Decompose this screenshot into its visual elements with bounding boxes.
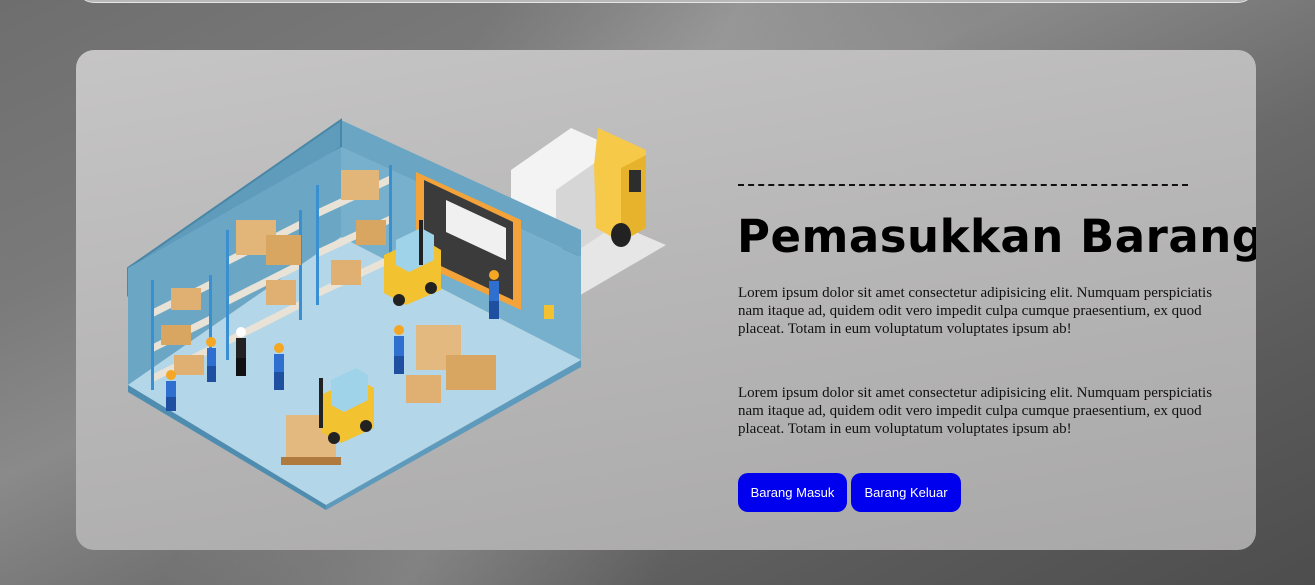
outgoing-goods-button[interactable]: Barang Keluar xyxy=(851,473,961,512)
incoming-goods-button[interactable]: Barang Masuk xyxy=(738,473,847,512)
hero-card: Pemasukkan Barang Lorem ipsum dolor sit … xyxy=(76,50,1256,550)
panel-icon xyxy=(544,305,554,319)
description-paragraph: Lorem ipsum dolor sit amet consectetur a… xyxy=(738,385,1213,437)
worker-icon xyxy=(206,337,216,382)
page-title: Pemasukkan Barang xyxy=(737,210,1256,263)
description-paragraph: Lorem ipsum dolor sit amet consectetur a… xyxy=(738,285,1213,337)
warehouse-illustration xyxy=(127,118,666,510)
worker-icon xyxy=(166,370,176,411)
worker-icon xyxy=(274,343,284,390)
worker-icon xyxy=(394,325,404,374)
divider xyxy=(738,184,1188,186)
worker-icon xyxy=(489,270,499,319)
previous-section-card xyxy=(76,0,1256,3)
worker-icon xyxy=(236,327,246,376)
